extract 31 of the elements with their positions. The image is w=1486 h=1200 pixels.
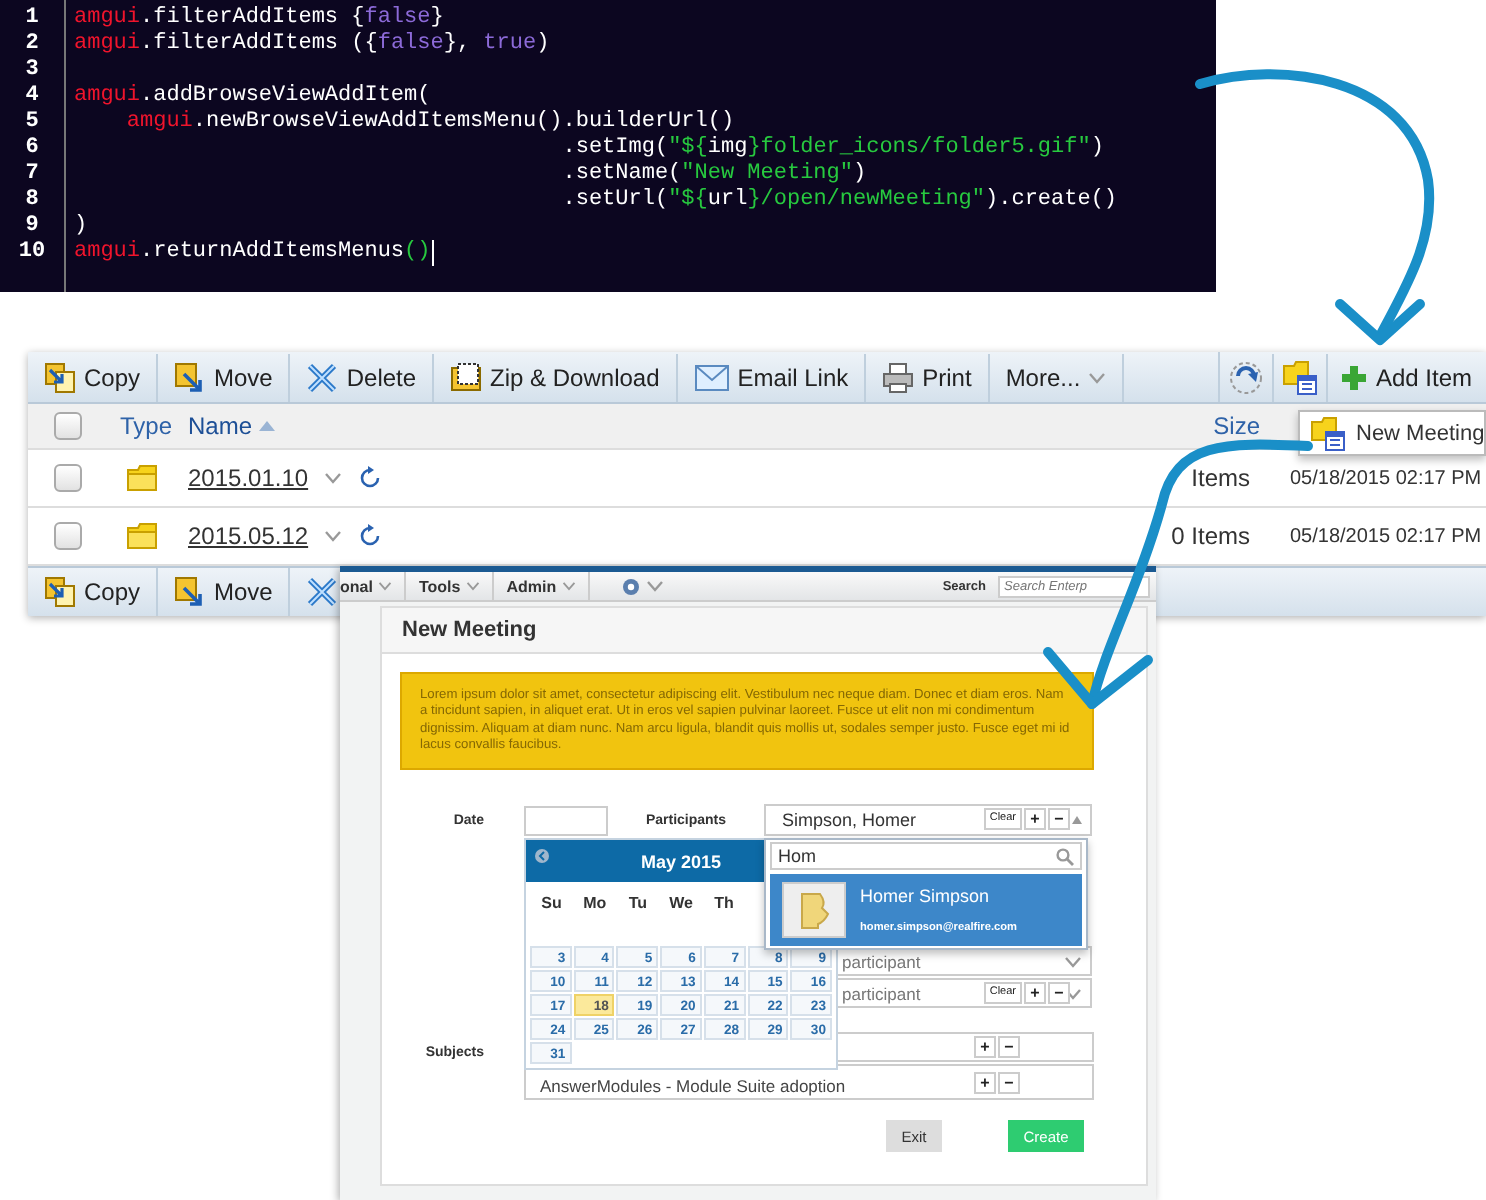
weekday-label: Th [714,894,734,912]
modified-date: 05/18/2015 02:17 PM [1290,467,1482,489]
line-number: 1 [25,6,39,30]
line-number: 3 [25,58,39,82]
weekday-label: Tu [628,894,648,912]
code-line: .setImg("${img}folder_icons/folder5.gif") [560,136,1104,162]
code-line: amgui.filterAddItems {false} [74,6,444,32]
line-number: 5 [25,110,39,134]
code-line: .setName("New Meeting") [560,162,867,188]
code-line: ) [74,214,88,240]
line-number: 2 [25,32,39,56]
line-number: 10 [18,240,46,264]
participant-name: Homer Simpson [860,886,992,906]
item-count: Items [1191,464,1250,492]
calendar-month: May 2015 [640,851,722,871]
line-number: 6 [25,136,39,160]
form-title: New Meeting [382,608,1146,654]
code-line: .setUrl("${url}/open/newMeeting").create() [560,188,1118,214]
code-line: amgui.addBrowseViewAddItem( [74,84,431,110]
line-number: 9 [25,214,39,238]
weekday-label: Mo [583,894,607,912]
code-line: amgui.newBrowseViewAddItemsMenu().builderUrl() [124,110,735,136]
item-count: 0 Items [1171,522,1250,550]
line-number: 7 [25,162,39,186]
weekday-label: We [669,894,693,912]
code-line: amgui.returnAddItemsMenus() [74,240,431,266]
line-number: 4 [25,84,39,108]
code-line: amgui.filterAddItems ({false}, true) [74,32,550,58]
line-number: 8 [25,188,39,212]
modified-date: 05/18/2015 02:17 PM [1290,525,1482,547]
weekday-label: Su [541,894,562,912]
